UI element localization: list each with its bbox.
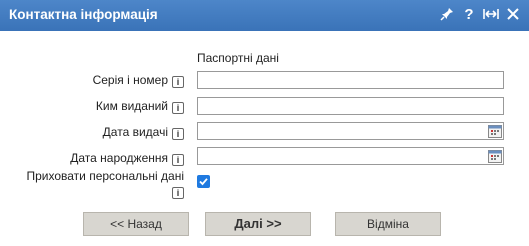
- birth-date-input[interactable]: [198, 148, 503, 164]
- label-issue-date: Дата видачі i: [103, 125, 184, 140]
- label-series-number: Серія і номер i: [93, 73, 184, 88]
- issue-date-field[interactable]: [197, 122, 504, 140]
- issue-date-input[interactable]: [198, 123, 503, 139]
- resize-icon[interactable]: [483, 5, 499, 23]
- section-title-passport: Паспортні дані: [197, 51, 279, 65]
- label-birth-date: Дата народження i: [70, 151, 184, 166]
- dialog-title: Контактна інформація: [9, 7, 158, 22]
- info-icon[interactable]: i: [172, 76, 184, 88]
- calendar-icon[interactable]: [488, 124, 502, 138]
- hide-personal-checkbox[interactable]: [197, 175, 210, 188]
- calendar-icon[interactable]: [488, 149, 502, 163]
- pin-icon[interactable]: [439, 5, 455, 23]
- series-number-field[interactable]: [197, 71, 504, 89]
- series-number-input[interactable]: [198, 72, 503, 88]
- checkmark-icon: [199, 178, 208, 186]
- birth-date-field[interactable]: [197, 147, 504, 165]
- info-icon[interactable]: i: [172, 128, 184, 140]
- cancel-button[interactable]: Відміна: [335, 212, 441, 236]
- issued-by-field[interactable]: [197, 97, 504, 115]
- label-hide-personal: Приховати персональні дані i: [26, 169, 184, 199]
- titlebar-icons: ?: [439, 5, 521, 23]
- info-icon[interactable]: i: [172, 102, 184, 114]
- close-icon[interactable]: [505, 5, 521, 23]
- info-icon[interactable]: i: [172, 154, 184, 166]
- back-button[interactable]: << Назад: [83, 212, 189, 236]
- label-issued-by: Ким виданий i: [96, 99, 184, 114]
- contact-info-dialog: Контактна інформація ? Паспортні дані Се…: [0, 0, 529, 246]
- help-icon[interactable]: ?: [461, 5, 477, 23]
- info-icon[interactable]: i: [172, 187, 184, 199]
- issued-by-input[interactable]: [198, 98, 503, 114]
- next-button[interactable]: Далі >>: [205, 212, 311, 236]
- titlebar: Контактна інформація ?: [0, 0, 529, 31]
